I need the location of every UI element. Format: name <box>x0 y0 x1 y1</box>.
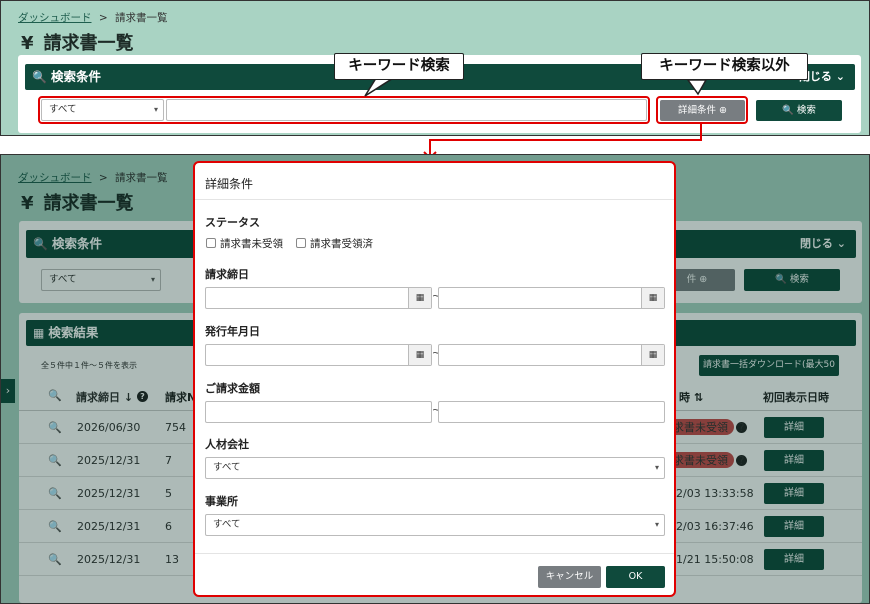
calendar-icon: ▦ <box>408 288 431 308</box>
ok-button[interactable]: OK <box>606 566 665 588</box>
instruction-figure: ダッシュボード > 請求書一覧 ¥ 請求書一覧 🔍 検索条件 閉じる ⌄ すべて ▾ … <box>0 0 870 604</box>
issue-date-label: 発行年月日 <box>205 325 260 338</box>
company-label: 人材会社 <box>205 438 249 451</box>
closing-date-to[interactable]: ▦ <box>438 287 665 309</box>
status-received-checkbox[interactable]: 請求書受領済 <box>296 236 373 251</box>
issue-date-from[interactable]: ▦ <box>205 344 432 366</box>
detail-conditions-modal: 詳細条件 ステータス 請求書未受領 請求書受領済 請求締日 ▦ ~ ▦ 発行年月… <box>193 161 676 597</box>
calendar-icon: ▦ <box>641 288 664 308</box>
status-unreceived-checkbox[interactable]: 請求書未受領 <box>206 236 283 251</box>
keyword-search-callout: キーワード検索 <box>334 53 464 80</box>
modal-title: 詳細条件 <box>205 177 254 191</box>
office-label: 事業所 <box>205 495 238 508</box>
other-search-callout: キーワード検索以外 <box>641 53 808 80</box>
closing-date-from[interactable]: ▦ <box>205 287 432 309</box>
calendar-icon: ▦ <box>408 345 431 365</box>
callout-pointers <box>364 74 708 160</box>
office-select[interactable]: すべて ▾ <box>205 514 665 536</box>
chevron-down-icon: ▾ <box>654 463 659 472</box>
status-label: ステータス <box>205 216 260 229</box>
issue-date-to[interactable]: ▦ <box>438 344 665 366</box>
amount-from[interactable] <box>205 401 432 423</box>
company-select[interactable]: すべて ▾ <box>205 457 665 479</box>
cancel-button[interactable]: キャンセル <box>538 566 601 588</box>
chevron-down-icon: ▾ <box>654 520 659 529</box>
calendar-icon: ▦ <box>641 345 664 365</box>
closing-date-label: 請求締日 <box>205 268 249 281</box>
amount-label: ご請求金額 <box>205 382 260 395</box>
amount-to[interactable] <box>438 401 665 423</box>
